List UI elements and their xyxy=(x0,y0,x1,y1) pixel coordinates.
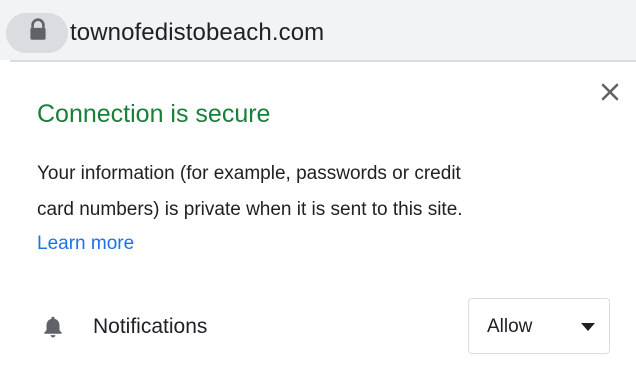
learn-more-link[interactable]: Learn more xyxy=(37,233,134,255)
description-line-2: card numbers) is private when it is sent… xyxy=(37,199,463,220)
connection-description: Your information (for example, passwords… xyxy=(37,156,597,228)
connection-status-title: Connection is secure xyxy=(37,100,271,128)
permission-label: Notifications xyxy=(93,315,208,338)
bell-icon xyxy=(44,316,62,338)
caret-down-icon xyxy=(581,323,595,331)
address-bar: townofedistobeach.com xyxy=(0,0,636,60)
description-line-1: Your information (for example, passwords… xyxy=(37,163,461,184)
url-text[interactable]: townofedistobeach.com xyxy=(70,19,324,47)
permission-row-notifications: Notifications Allow xyxy=(0,298,636,356)
select-value: Allow xyxy=(487,316,533,337)
notifications-permission-select[interactable]: Allow xyxy=(468,298,610,354)
close-icon[interactable] xyxy=(596,78,624,106)
lock-icon[interactable] xyxy=(25,17,51,43)
